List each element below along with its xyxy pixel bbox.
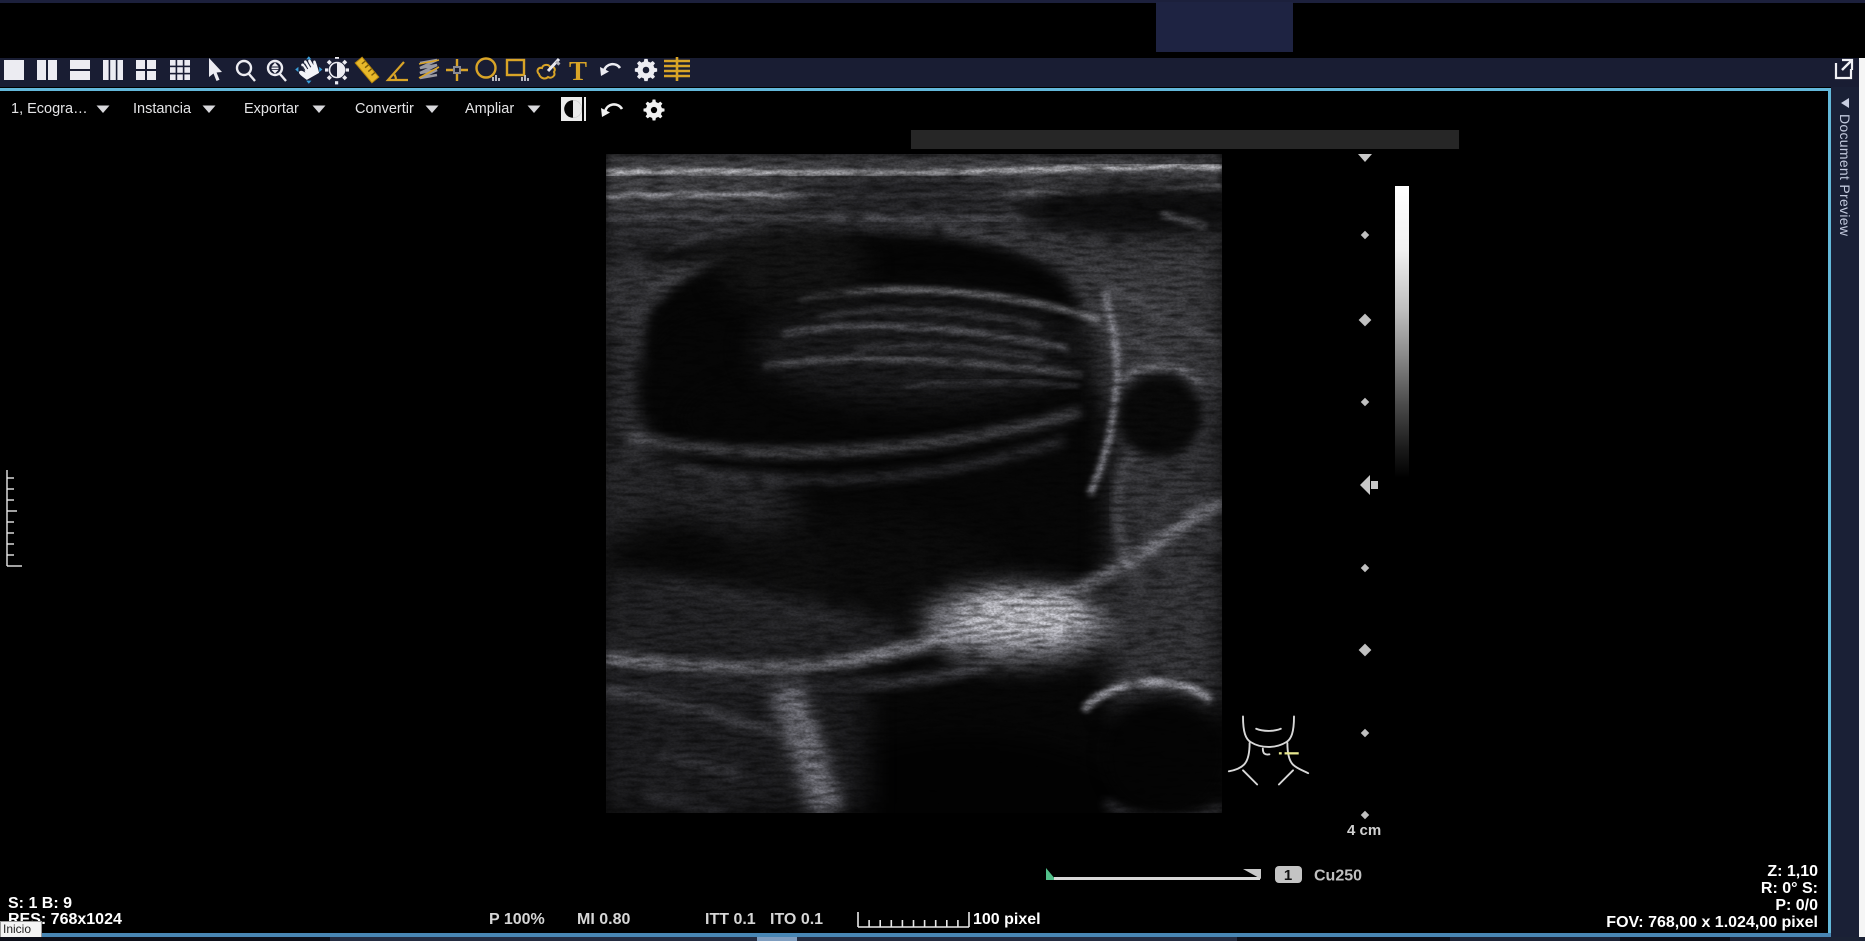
svg-text:T: T [569,56,587,86]
svg-text:1: 1 [1284,867,1292,884]
svg-text:Cu250: Cu250 [1314,868,1362,885]
